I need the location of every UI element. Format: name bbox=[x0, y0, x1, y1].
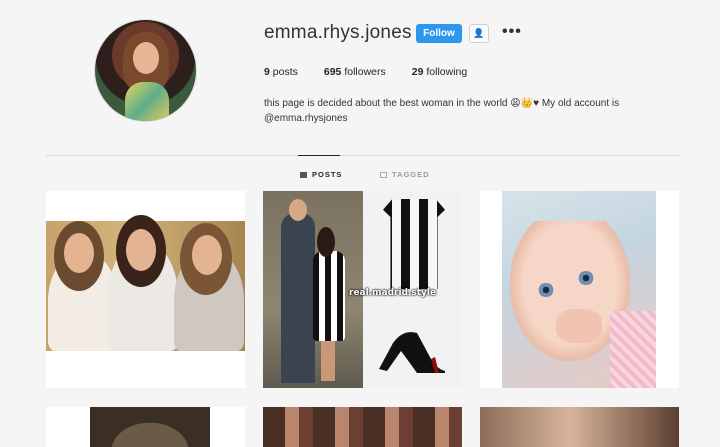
tabs-divider bbox=[46, 155, 680, 156]
post-6-image bbox=[480, 407, 679, 447]
avatar-dress bbox=[125, 82, 169, 121]
tab-posts-label: POSTS bbox=[312, 170, 343, 179]
post-thumbnail-4[interactable] bbox=[46, 407, 245, 447]
post-2-watermark: real.madrid.style bbox=[349, 288, 437, 298]
profile-avatar[interactable] bbox=[95, 20, 196, 121]
profile-stats: 9 posts 695 followers 29 following bbox=[264, 66, 493, 78]
profile-username: emma.rhys.jones bbox=[264, 22, 412, 43]
stat-posts[interactable]: 9 posts bbox=[264, 66, 298, 78]
stat-followers[interactable]: 695 followers bbox=[324, 66, 386, 78]
post-1-image bbox=[46, 215, 245, 351]
grid-icon bbox=[300, 171, 307, 178]
avatar-face bbox=[133, 42, 159, 74]
post-thumbnail-6[interactable] bbox=[480, 407, 679, 447]
post-thumbnail-3[interactable] bbox=[480, 191, 679, 388]
post-thumbnail-2[interactable]: real.madrid.style bbox=[263, 191, 462, 388]
bio-mention-link[interactable]: @emma.rhysjones bbox=[264, 111, 664, 126]
bio-text: this page is decided about the best woma… bbox=[264, 98, 620, 109]
post-thumbnail-1[interactable] bbox=[46, 191, 245, 388]
person-plus-icon: 👤 bbox=[473, 28, 485, 38]
profile-bio: this page is decided about the best woma… bbox=[264, 96, 664, 126]
stat-following[interactable]: 29 following bbox=[412, 66, 467, 78]
tag-icon bbox=[380, 171, 387, 178]
more-options-button[interactable]: ••• bbox=[502, 23, 522, 41]
post-2-shoe-image bbox=[379, 332, 445, 373]
follow-button[interactable]: Follow bbox=[416, 24, 462, 43]
tab-posts[interactable]: POSTS bbox=[297, 155, 343, 179]
post-5-image bbox=[263, 407, 462, 447]
suggested-accounts-button[interactable]: 👤 bbox=[469, 24, 489, 43]
tab-tagged[interactable]: TAGGED bbox=[380, 170, 430, 179]
post-thumbnail-5[interactable] bbox=[263, 407, 462, 447]
post-4-image bbox=[90, 407, 210, 447]
post-2-couple-photo bbox=[263, 191, 363, 388]
tab-tagged-label: TAGGED bbox=[392, 170, 430, 179]
post-2-dress-image bbox=[383, 199, 445, 289]
